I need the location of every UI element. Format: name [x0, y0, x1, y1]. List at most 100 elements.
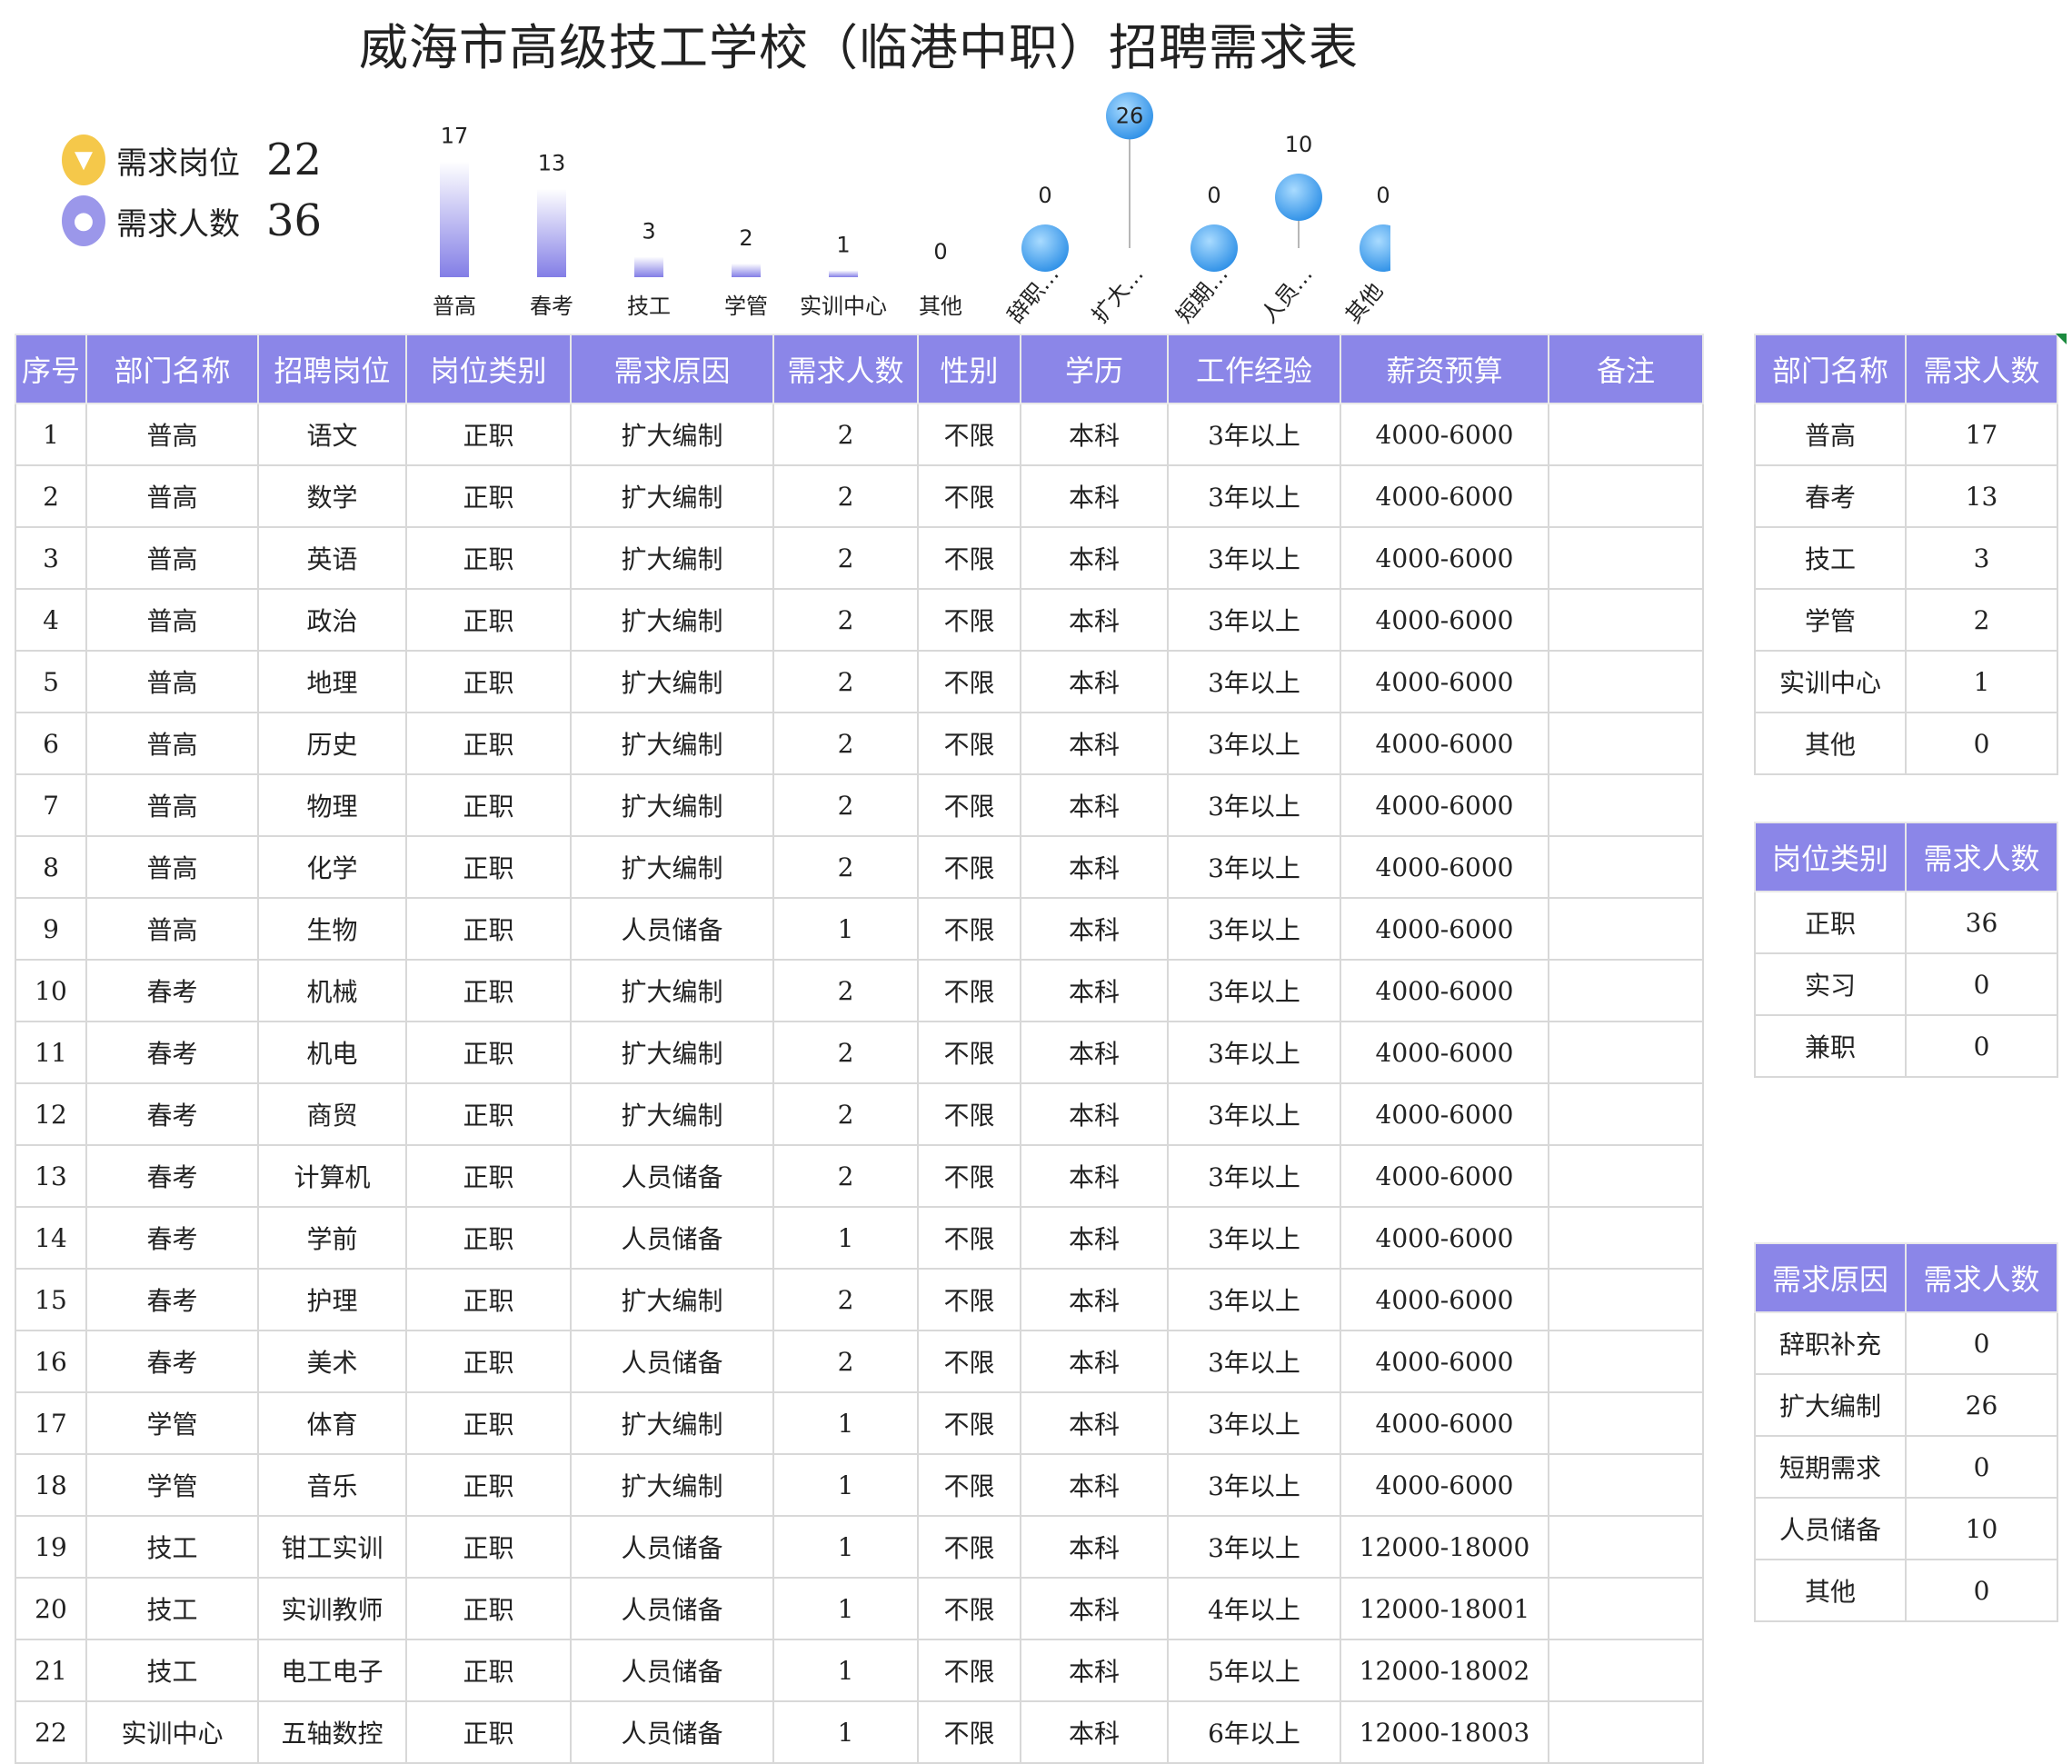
table-cell[interactable]: 不限 — [917, 1021, 1021, 1084]
table-cell[interactable]: 实训教师 — [257, 1577, 407, 1640]
table-cell[interactable]: 1 — [772, 897, 919, 961]
table-cell[interactable]: 12000-18002 — [1340, 1639, 1549, 1702]
table-cell[interactable]: 4000-6000 — [1340, 403, 1549, 466]
table-cell[interactable]: 正职 — [405, 1206, 572, 1270]
table-cell[interactable]: 本科 — [1020, 1700, 1169, 1764]
table-cell[interactable]: 3年以上 — [1167, 1515, 1341, 1579]
table-cell[interactable]: 学管 — [1754, 588, 1907, 652]
table-cell[interactable]: 3年以上 — [1167, 1082, 1341, 1146]
table-cell[interactable]: 实习 — [1754, 952, 1907, 1016]
table-cell[interactable]: 3年以上 — [1167, 650, 1341, 713]
table-cell[interactable]: 正职 — [405, 650, 572, 713]
table-cell[interactable]: 不限 — [917, 1391, 1021, 1455]
table-cell[interactable]: 本科 — [1020, 1206, 1169, 1270]
table-cell[interactable]: 3年以上 — [1167, 835, 1341, 899]
table-cell[interactable]: 不限 — [917, 1639, 1021, 1702]
table-cell[interactable]: 3年以上 — [1167, 1268, 1341, 1331]
table-cell[interactable]: 普高 — [85, 650, 259, 713]
table-cell[interactable]: 人员储备 — [570, 1330, 774, 1393]
table-cell[interactable]: 3年以上 — [1167, 1144, 1341, 1208]
table-cell[interactable]: 不限 — [917, 897, 1021, 961]
table-cell[interactable]: 12000-18001 — [1340, 1577, 1549, 1640]
table-cell[interactable]: 普高 — [85, 526, 259, 590]
table-cell[interactable]: 3年以上 — [1167, 464, 1341, 528]
table-cell[interactable]: 普高 — [85, 403, 259, 466]
table-cell[interactable]: 1 — [15, 403, 87, 466]
table-cell[interactable]: 普高 — [85, 588, 259, 652]
table-cell[interactable] — [1548, 1144, 1704, 1208]
table-cell[interactable]: 18 — [15, 1453, 87, 1517]
table-cell[interactable]: 扩大编制 — [570, 712, 774, 775]
table-cell[interactable]: 26 — [1905, 1373, 2058, 1437]
table-cell[interactable]: 学管 — [85, 1453, 259, 1517]
table-cell[interactable]: 3 — [1905, 526, 2058, 590]
table-cell[interactable]: 22 — [15, 1700, 87, 1764]
table-cell[interactable]: 扩大编制 — [570, 1391, 774, 1455]
table-cell[interactable]: 普高 — [1754, 403, 1907, 466]
table-cell[interactable]: 本科 — [1020, 1577, 1169, 1640]
table-cell[interactable] — [1548, 650, 1704, 713]
table-cell[interactable]: 商贸 — [257, 1082, 407, 1146]
table-cell[interactable]: 不限 — [917, 1577, 1021, 1640]
table-cell[interactable]: 本科 — [1020, 1453, 1169, 1517]
table-cell[interactable]: 2 — [772, 1021, 919, 1084]
table-cell[interactable]: 3年以上 — [1167, 712, 1341, 775]
table-cell[interactable]: 本科 — [1020, 1515, 1169, 1579]
table-cell[interactable]: 13 — [15, 1144, 87, 1208]
table-cell[interactable]: 2 — [15, 464, 87, 528]
table-cell[interactable]: 春考 — [85, 1144, 259, 1208]
table-cell[interactable]: 2 — [772, 959, 919, 1022]
table-cell[interactable]: 语文 — [257, 403, 407, 466]
table-cell[interactable]: 4000-6000 — [1340, 1082, 1549, 1146]
table-cell[interactable]: 政治 — [257, 588, 407, 652]
table-cell[interactable]: 普高 — [85, 773, 259, 837]
table-cell[interactable]: 五轴数控 — [257, 1700, 407, 1764]
table-cell[interactable]: 4000-6000 — [1340, 959, 1549, 1022]
table-cell[interactable]: 正职 — [405, 526, 572, 590]
table-cell[interactable]: 1 — [1905, 650, 2058, 713]
table-cell[interactable]: 4000-6000 — [1340, 835, 1549, 899]
table-cell[interactable]: 2 — [772, 835, 919, 899]
table-cell[interactable]: 16 — [15, 1330, 87, 1393]
table-cell[interactable]: 兼职 — [1754, 1014, 1907, 1078]
table-cell[interactable]: 15 — [15, 1268, 87, 1331]
table-cell[interactable]: 0 — [1905, 712, 2058, 775]
table-cell[interactable]: 3年以上 — [1167, 1206, 1341, 1270]
table-cell[interactable]: 其他 — [1754, 1559, 1907, 1622]
table-cell[interactable]: 不限 — [917, 403, 1021, 466]
table-cell[interactable]: 人员储备 — [570, 897, 774, 961]
table-cell[interactable]: 本科 — [1020, 1330, 1169, 1393]
table-cell[interactable]: 本科 — [1020, 1268, 1169, 1331]
table-cell[interactable]: 4000-6000 — [1340, 1391, 1549, 1455]
table-cell[interactable]: 正职 — [405, 1144, 572, 1208]
table-cell[interactable]: 扩大编制 — [1754, 1373, 1907, 1437]
table-cell[interactable]: 13 — [1905, 464, 2058, 528]
table-cell[interactable] — [1548, 588, 1704, 652]
table-cell[interactable]: 实训中心 — [85, 1700, 259, 1764]
table-cell[interactable]: 正职 — [405, 959, 572, 1022]
table-cell[interactable]: 0 — [1905, 1311, 2058, 1375]
table-cell[interactable] — [1548, 1515, 1704, 1579]
table-cell[interactable]: 4000-6000 — [1340, 773, 1549, 837]
table-cell[interactable]: 正职 — [405, 1453, 572, 1517]
table-cell[interactable]: 4 — [15, 588, 87, 652]
table-cell[interactable]: 机电 — [257, 1021, 407, 1084]
table-cell[interactable]: 0 — [1905, 1559, 2058, 1622]
table-cell[interactable]: 1 — [772, 1577, 919, 1640]
table-cell[interactable]: 英语 — [257, 526, 407, 590]
table-cell[interactable]: 学管 — [85, 1391, 259, 1455]
table-cell[interactable]: 7 — [15, 773, 87, 837]
table-cell[interactable]: 普高 — [85, 712, 259, 775]
table-cell[interactable]: 0 — [1905, 952, 2058, 1016]
table-cell[interactable]: 扩大编制 — [570, 959, 774, 1022]
table-cell[interactable]: 5 — [15, 650, 87, 713]
table-cell[interactable] — [1548, 835, 1704, 899]
table-cell[interactable] — [1548, 1577, 1704, 1640]
table-cell[interactable]: 音乐 — [257, 1453, 407, 1517]
table-cell[interactable]: 正职 — [405, 1082, 572, 1146]
table-cell[interactable]: 正职 — [405, 464, 572, 528]
table-cell[interactable]: 不限 — [917, 959, 1021, 1022]
table-cell[interactable]: 不限 — [917, 1206, 1021, 1270]
table-cell[interactable]: 2 — [772, 773, 919, 837]
table-cell[interactable] — [1548, 1330, 1704, 1393]
